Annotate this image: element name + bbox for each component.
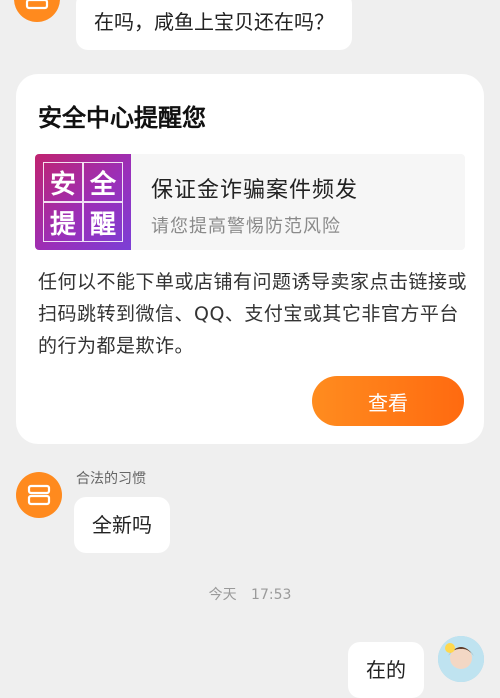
incoming-message-bubble[interactable]: 全新吗	[74, 497, 170, 553]
incoming-message-bubble[interactable]: 在吗，咸鱼上宝贝还在吗？	[76, 0, 352, 50]
badge-char: 安	[43, 162, 83, 202]
badge-char: 提	[43, 202, 83, 242]
alert-title: 保证金诈骗案件频发	[151, 178, 359, 203]
sender-name: 合法的习惯	[76, 471, 146, 487]
message-text: 在的	[366, 658, 406, 682]
timestamp-time: 17:53	[251, 587, 292, 603]
store-icon	[27, 484, 51, 506]
user-photo-icon	[438, 636, 484, 682]
seller-avatar-top[interactable]	[14, 0, 60, 22]
card-body-text: 任何以不能下单或店铺有问题诱导卖家点击链接或扫码跳转到微信、QQ、支付宝或其它非…	[38, 271, 468, 357]
badge-char: 醒	[83, 202, 123, 242]
chat-timestamp: 今天 17:53	[0, 584, 500, 604]
security-badge: 安 全 提 醒	[35, 154, 131, 250]
message-text: 全新吗	[92, 513, 152, 537]
fraud-alert-banner[interactable]: 安 全 提 醒 保证金诈骗案件频发 请您提高警惕防范风险	[35, 154, 465, 250]
alert-subtitle: 请您提高警惕防范风险	[151, 216, 341, 237]
my-avatar[interactable]	[438, 636, 484, 682]
card-title: 安全中心提醒您	[38, 104, 206, 132]
message-text: 在吗，咸鱼上宝贝还在吗？	[94, 10, 334, 34]
store-icon	[25, 0, 49, 10]
security-reminder-card: 安全中心提醒您 安 全 提 醒 保证金诈骗案件频发 请您提高警惕防范风险 任何以…	[16, 74, 484, 444]
seller-avatar[interactable]	[16, 472, 62, 518]
badge-char: 全	[83, 162, 123, 202]
timestamp-day: 今天	[208, 587, 237, 603]
view-button[interactable]: 查看	[312, 376, 464, 426]
outgoing-message-bubble[interactable]: 在的	[348, 642, 424, 698]
